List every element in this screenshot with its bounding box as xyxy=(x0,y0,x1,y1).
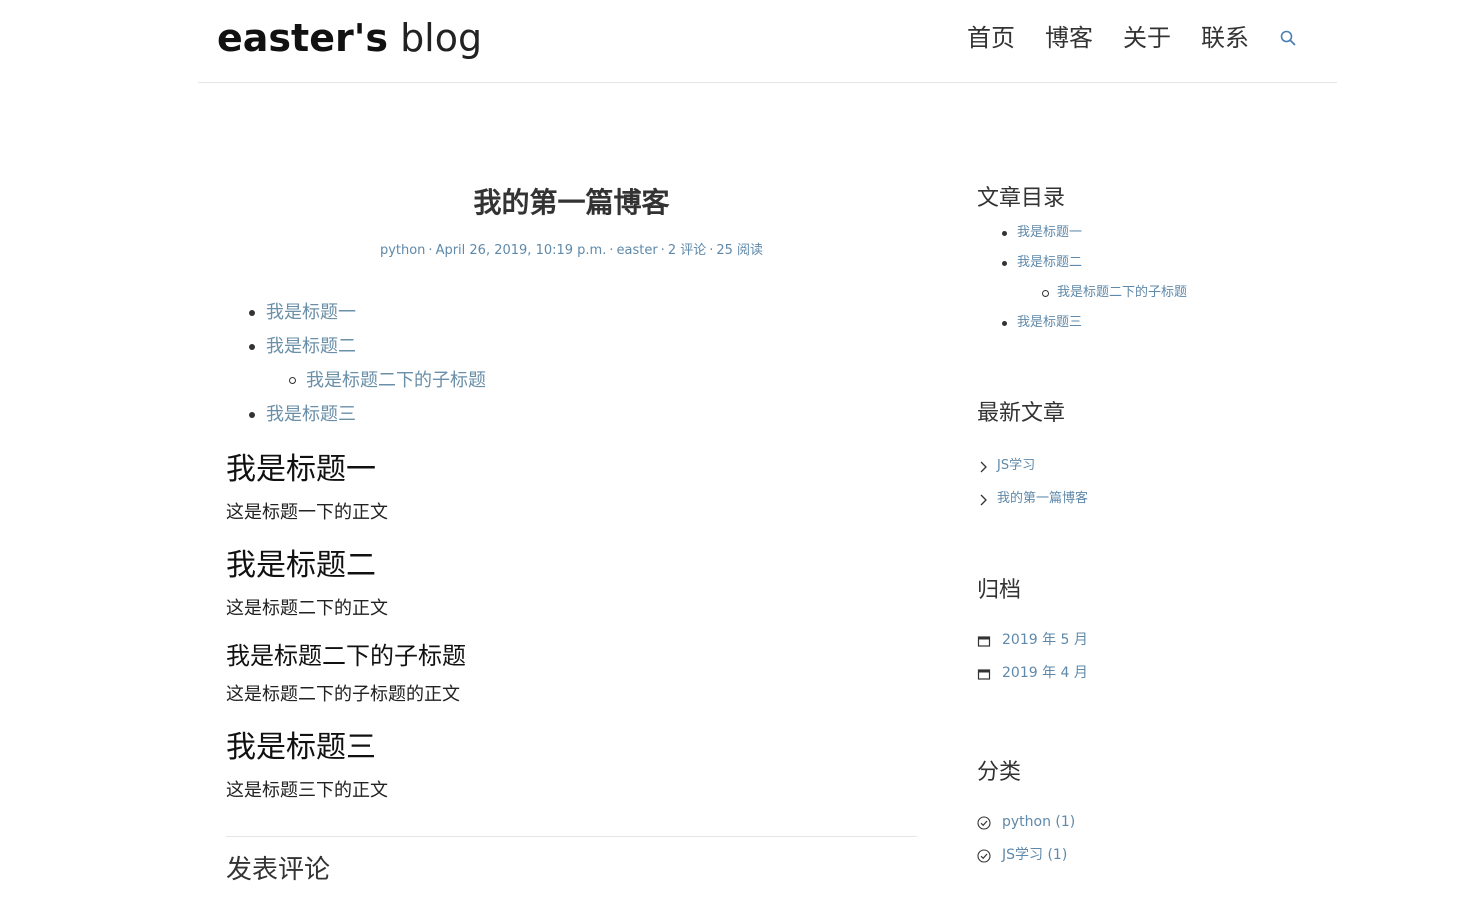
nav-home[interactable]: 首页 xyxy=(967,20,1015,56)
recent-post-link[interactable]: 我的第一篇博客 xyxy=(997,482,1088,515)
section-body: 这是标题三下的正文 xyxy=(226,780,388,801)
sidebar-toc: 我是标题一 我是标题二 我是标题二下的子标题 我是标题三 xyxy=(977,218,1307,338)
toc-subitem[interactable]: 我是标题二下的子标题 xyxy=(266,364,917,398)
recent-post-item[interactable]: 我的第一篇博客 xyxy=(977,482,1307,515)
toc-item[interactable]: 我是标题一 xyxy=(226,296,917,330)
category-link[interactable]: python (1) xyxy=(1002,806,1075,839)
site-logo[interactable]: easter's blog xyxy=(217,14,482,62)
section-heading: 我是标题三 xyxy=(226,730,376,765)
toc-widget: 文章目录 我是标题一 我是标题二 我是标题二下的子标题 我是标题三 xyxy=(977,180,1307,338)
category-item[interactable]: python (1) xyxy=(977,806,1307,839)
sidebar-toc-item[interactable]: 我是标题二 我是标题二下的子标题 xyxy=(977,248,1307,308)
search-icon[interactable] xyxy=(1279,29,1297,47)
category-list: python (1) JS学习 (1) xyxy=(977,806,1307,872)
subsection-heading: 我是标题二下的子标题 xyxy=(226,642,466,670)
archive-link[interactable]: 2019 年 4 月 xyxy=(1002,657,1088,690)
nav-blog[interactable]: 博客 xyxy=(1045,20,1093,56)
widget-title: 分类 xyxy=(977,760,1022,785)
sidebar-toc-item[interactable]: 我是标题一 xyxy=(977,218,1307,248)
toc-item-label[interactable]: 我是标题二 xyxy=(266,336,356,357)
recent-post-item[interactable]: JS学习 xyxy=(977,449,1307,482)
nav-contact[interactable]: 联系 xyxy=(1201,20,1249,56)
comment-divider xyxy=(226,836,917,837)
archive-link[interactable]: 2019 年 5 月 xyxy=(1002,624,1088,657)
meta-separator: · xyxy=(709,243,714,258)
chevron-right-icon xyxy=(980,461,987,472)
category-link[interactable]: JS学习 (1) xyxy=(1002,839,1067,872)
sidebar-toc-label[interactable]: 我是标题三 xyxy=(1017,315,1082,330)
calendar-icon xyxy=(977,668,991,680)
toc-item[interactable]: 我是标题二 我是标题二下的子标题 xyxy=(226,330,917,398)
post-title: 我的第一篇博客 xyxy=(473,186,670,219)
archive-list: 2019 年 5 月 2019 年 4 月 xyxy=(977,624,1307,690)
category-widget: 分类 python (1) JS学习 (1) xyxy=(977,754,1307,872)
section-body: 这是标题二下的子标题的正文 xyxy=(226,684,460,705)
meta-category[interactable]: python xyxy=(380,243,425,258)
section-body: 这是标题二下的正文 xyxy=(226,598,388,619)
sidebar-toc-label[interactable]: 我是标题一 xyxy=(1017,225,1082,240)
section-heading: 我是标题一 xyxy=(226,452,376,487)
toc-item-label[interactable]: 我是标题一 xyxy=(266,302,356,323)
widget-title: 归档 xyxy=(977,578,1022,603)
recent-posts-widget: 最新文章 JS学习 我的第一篇博客 xyxy=(977,395,1307,515)
logo-light-text: blog xyxy=(400,16,483,60)
widget-title: 文章目录 xyxy=(977,186,1066,211)
sidebar: 文章目录 我是标题一 我是标题二 我是标题二下的子标题 我是标题三 最新文章 J… xyxy=(977,180,1307,872)
category-item[interactable]: JS学习 (1) xyxy=(977,839,1307,872)
sidebar-toc-sublabel[interactable]: 我是标题二下的子标题 xyxy=(1057,285,1187,300)
logo-bold-text: easter's xyxy=(217,16,388,60)
section-body: 这是标题一下的正文 xyxy=(226,502,388,523)
sidebar-toc-item[interactable]: 我是标题三 xyxy=(977,308,1307,338)
toc-item-label[interactable]: 我是标题三 xyxy=(266,404,356,425)
post-meta: python · April 26, 2019, 10:19 p.m. · easter… xyxy=(226,242,917,260)
toc-sublist: 我是标题二下的子标题 xyxy=(266,364,917,398)
check-circle-icon xyxy=(977,848,991,863)
sidebar-toc-sublist: 我是标题二下的子标题 xyxy=(1017,278,1307,308)
meta-author[interactable]: easter xyxy=(616,243,657,258)
check-circle-icon xyxy=(977,815,991,830)
meta-separator: · xyxy=(609,243,614,258)
toc-item[interactable]: 我是标题三 xyxy=(226,398,917,432)
recent-posts-list: JS学习 我的第一篇博客 xyxy=(977,449,1307,515)
site-header: easter's blog 首页 博客 关于 联系 xyxy=(198,0,1337,83)
archive-widget: 归档 2019 年 5 月 2019 年 4 月 xyxy=(977,572,1307,690)
section-heading: 我是标题二 xyxy=(226,548,376,583)
nav-about[interactable]: 关于 xyxy=(1123,20,1171,56)
meta-views: 25 阅读 xyxy=(716,243,764,258)
sidebar-toc-label[interactable]: 我是标题二 xyxy=(1017,255,1082,270)
comment-section-title: 发表评论 xyxy=(226,855,331,885)
sidebar-toc-subitem[interactable]: 我是标题二下的子标题 xyxy=(1017,278,1307,308)
meta-separator: · xyxy=(660,243,665,258)
main-nav: 首页 博客 关于 联系 xyxy=(967,20,1297,56)
meta-separator: · xyxy=(428,243,433,258)
post-article: 我的第一篇博客 python · April 26, 2019, 10:19 p.m… xyxy=(226,180,917,887)
meta-comments[interactable]: 2 评论 xyxy=(668,243,706,258)
widget-title: 最新文章 xyxy=(977,401,1066,426)
calendar-icon xyxy=(977,635,991,647)
archive-item[interactable]: 2019 年 4 月 xyxy=(977,657,1307,690)
chevron-right-icon xyxy=(980,494,987,505)
post-toc: 我是标题一 我是标题二 我是标题二下的子标题 我是标题三 xyxy=(226,296,917,432)
meta-date[interactable]: April 26, 2019, 10:19 p.m. xyxy=(436,243,607,258)
archive-item[interactable]: 2019 年 5 月 xyxy=(977,624,1307,657)
toc-subitem-label[interactable]: 我是标题二下的子标题 xyxy=(306,370,486,391)
recent-post-link[interactable]: JS学习 xyxy=(997,449,1035,482)
